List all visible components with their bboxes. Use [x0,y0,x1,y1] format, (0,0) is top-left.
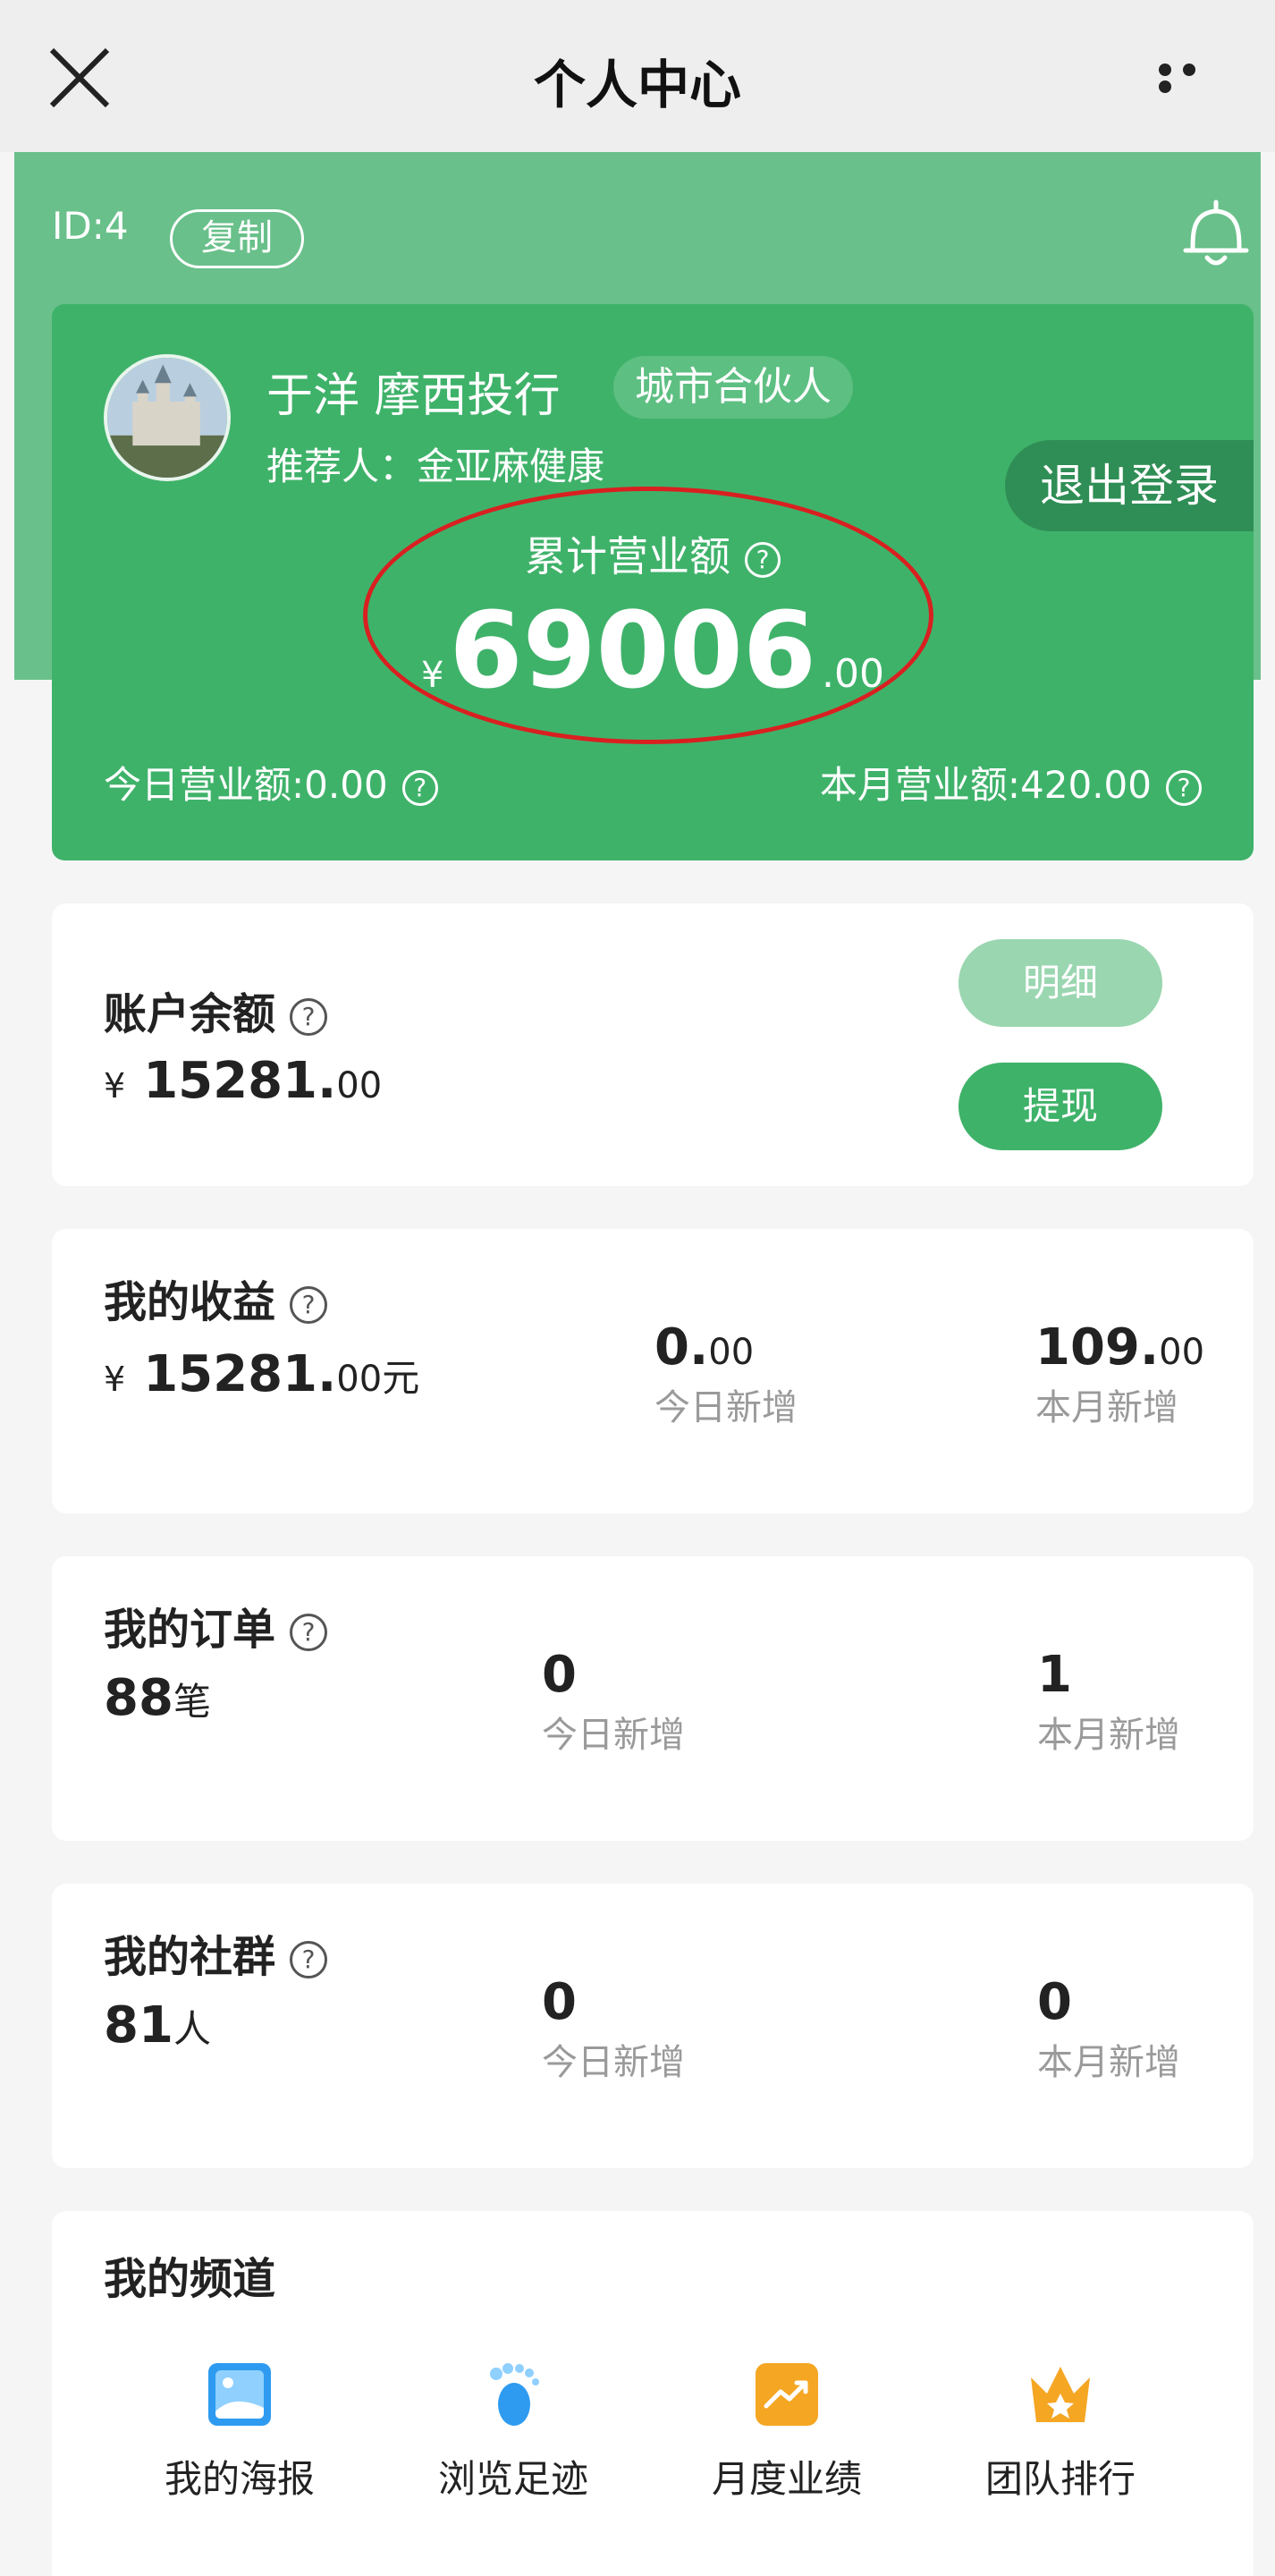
orders-title-text: 我的订单 [104,1605,276,1655]
balance-integer: 15281. [143,1052,337,1110]
orders-month-label: 本月新增 [1037,1715,1180,1756]
user-id: ID:4 [52,204,129,248]
currency-symbol: ¥ [104,1066,126,1106]
orders-unit: 笔 [173,1680,211,1724]
balance-card: 账户余额? ¥15281.00 明细 提现 [52,903,1254,1186]
help-icon[interactable]: ? [290,998,328,1036]
community-today-value: 0 [542,1973,577,2031]
bell-icon[interactable] [1180,197,1252,272]
channel-label: 浏览足迹 [437,2457,588,2501]
earnings-card[interactable]: 我的收益? ¥15281.00元 0.00 今日新增 109.00 本月新增 [52,1229,1254,1513]
earnings-today-dec: 00 [708,1332,755,1373]
community-unit: 人 [173,2007,211,2051]
help-icon[interactable]: ? [290,1286,328,1324]
earnings-integer: 15281. [143,1345,337,1403]
orders-month-value: 1 [1037,1646,1072,1704]
footprint-icon [490,2363,539,2426]
community-count-value: 81 [104,1996,173,2055]
balance-decimal: 00 [336,1065,383,1106]
orders-month-stat: 1 本月新增 [1037,1646,1180,1758]
community-today-label: 今日新增 [542,2042,685,2083]
avatar[interactable] [104,354,231,481]
trend-chart-icon [756,2363,818,2426]
today-revenue: 今日营业额:0.00? [104,755,438,809]
page-title: 个人中心 [533,55,741,115]
more-menu-icon[interactable] [1159,63,1230,93]
channel-browse-history[interactable]: 浏览足迹 [410,2361,616,2504]
poster-icon [208,2363,271,2426]
detail-button[interactable]: 明细 [958,939,1162,1027]
community-card[interactable]: 我的社群? 81人 0 今日新增 0 本月新增 [52,1884,1254,2168]
currency-symbol: ¥ [104,1360,126,1399]
user-name: 于洋 摩西投行 [266,369,561,423]
channel-label: 我的海报 [164,2457,315,2501]
balance-title-text: 账户余额 [104,989,276,1039]
earnings-month-int: 109. [1035,1318,1160,1377]
community-title: 我的社群? [104,1921,328,1984]
orders-today-label: 今日新增 [542,1715,685,1756]
earnings-today-stat: 0.00 今日新增 [654,1318,798,1430]
orders-card[interactable]: 我的订单? 88笔 0 今日新增 1 本月新增 [52,1556,1254,1841]
month-revenue-text: 本月营业额:420.00 [819,763,1152,807]
earnings-month-dec: 00 [1159,1332,1205,1373]
community-count: 81人 [104,1996,211,2055]
castle-photo-icon [107,358,227,478]
channels-title: 我的频道 [104,2254,276,2304]
role-badge: 城市合伙人 [613,356,853,419]
orders-title: 我的订单? [104,1594,328,1657]
orders-count: 88笔 [104,1669,211,1727]
channel-monthly-performance[interactable]: 月度业绩 [684,2361,890,2504]
earnings-decimal: 00 [336,1359,383,1400]
community-month-label: 本月新增 [1037,2042,1180,2083]
today-revenue-text: 今日营业额:0.00 [104,763,388,807]
balance-title: 账户余额? [104,979,328,1041]
orders-count-value: 88 [104,1669,173,1727]
crown-icon [1031,2367,1090,2422]
orders-today-stat: 0 今日新增 [542,1646,685,1758]
logout-button[interactable]: 退出登录 [1005,440,1254,531]
earnings-today-int: 0. [654,1318,709,1377]
community-month-stat: 0 本月新增 [1037,1973,1180,2085]
earnings-amount: ¥15281.00元 [104,1345,419,1403]
balance-amount: ¥15281.00 [104,1052,382,1110]
earnings-month-stat: 109.00 本月新增 [1035,1318,1204,1430]
community-month-value: 0 [1037,1973,1072,2031]
earnings-title: 我的收益? [104,1267,328,1329]
month-revenue: 本月营业额:420.00? [820,755,1202,809]
channel-my-poster[interactable]: 我的海报 [137,2361,342,2504]
referrer-text: 推荐人：金亚麻健康 [266,445,605,488]
earnings-title-text: 我的收益 [104,1277,276,1327]
channel-label: 团队排行 [984,2457,1136,2501]
earnings-month-value: 109.00 [1035,1318,1204,1377]
orders-today-value: 0 [542,1646,577,1704]
community-today-stat: 0 今日新增 [542,1973,685,2085]
earnings-month-label: 本月新增 [1035,1387,1178,1428]
help-icon[interactable]: ? [401,769,438,806]
earnings-today-label: 今日新增 [654,1387,798,1428]
earnings-unit: 元 [382,1356,420,1400]
help-icon[interactable]: ? [290,1614,328,1651]
help-icon[interactable]: ? [1166,769,1202,806]
channel-team-ranking[interactable]: 团队排行 [958,2361,1163,2504]
copy-id-button[interactable]: 复制 [170,209,304,268]
channel-label: 月度业绩 [711,2457,862,2501]
community-title-text: 我的社群 [104,1932,276,1982]
highlight-circle-annotation [363,487,933,744]
withdraw-button[interactable]: 提现 [958,1063,1162,1150]
help-icon[interactable]: ? [290,1941,328,1979]
top-nav-bar: 个人中心 [0,0,1275,152]
earnings-today-value: 0.00 [654,1318,798,1377]
